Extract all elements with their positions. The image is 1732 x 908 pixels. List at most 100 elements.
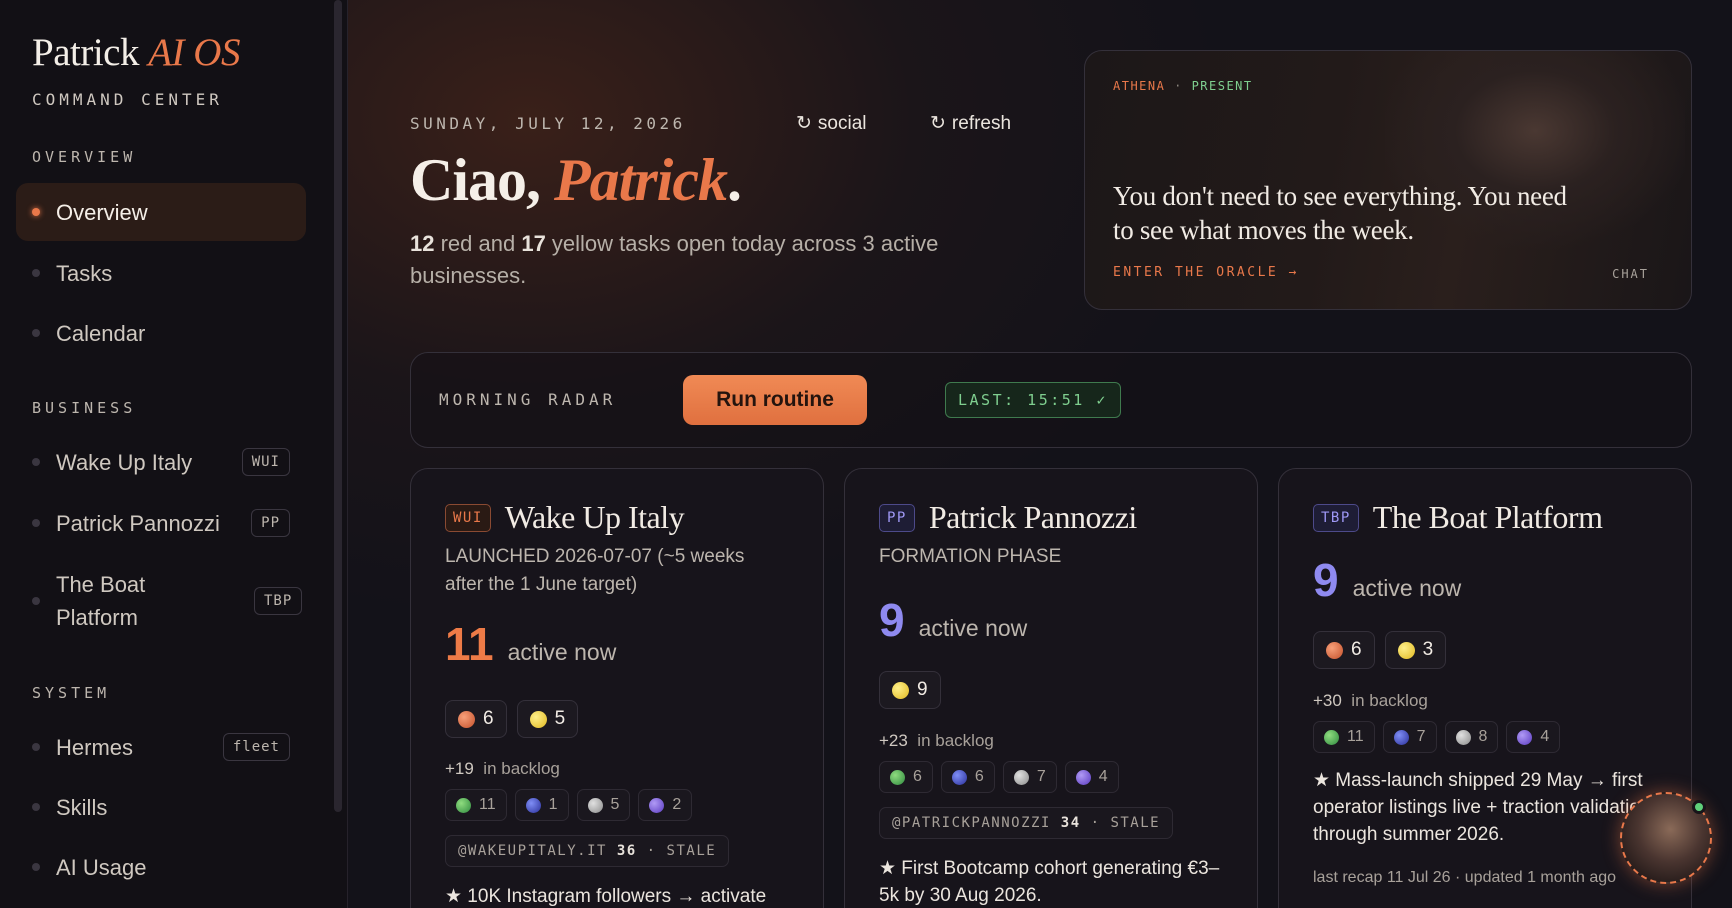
- oracle-sep: ·: [1174, 79, 1183, 93]
- backlog-info: +30 in backlog: [1313, 691, 1428, 711]
- violet-count: 4: [1540, 728, 1550, 745]
- enter-oracle-link[interactable]: ENTER THE ORACLE →: [1113, 265, 1299, 280]
- refresh-button[interactable]: ↻ refresh: [930, 112, 1011, 135]
- business-name: Wake Up Italy: [504, 499, 685, 535]
- green-task-pill[interactable]: 11: [1313, 721, 1375, 753]
- red-count: 12: [410, 231, 435, 256]
- social-button[interactable]: ↻ social: [796, 112, 867, 135]
- sidebar-item-label: Wake Up Italy: [56, 449, 193, 475]
- priority-pills: 6 5: [445, 700, 579, 738]
- green-task-pill[interactable]: 6: [879, 761, 933, 793]
- online-status-dot: [1692, 800, 1706, 814]
- business-card-patrick-pannozzi[interactable]: PP Patrick Pannozzi FORMATION PHASE 9 ac…: [844, 468, 1258, 908]
- brand-name: Patrick: [32, 31, 139, 74]
- business-card-wake-up-italy[interactable]: WUI Wake Up Italy LAUNCHED 2026-07-07 (~…: [410, 468, 824, 908]
- sidebar-item-patrick-pannozzi[interactable]: Patrick Pannozzi PP: [16, 494, 306, 552]
- sidebar-item-overview[interactable]: Overview: [16, 183, 306, 241]
- violet-task-pill[interactable]: 4: [1506, 721, 1561, 753]
- last-run-badge: LAST: 15:51 ✓: [945, 382, 1121, 418]
- violet-task-pill[interactable]: 2: [638, 789, 693, 821]
- social-handle-badge[interactable]: @PATRICKPANNOZZI 34 · STALE: [879, 807, 1174, 839]
- yellow-task-pill[interactable]: 9: [879, 671, 941, 709]
- oracle-card[interactable]: ATHENA · PRESENT You don't need to see e…: [1084, 50, 1692, 310]
- nav-dot: [32, 597, 40, 605]
- sidebar-item-ai-usage[interactable]: AI Usage: [16, 838, 306, 896]
- active-label: active now: [1352, 575, 1462, 601]
- green-dot-icon: [456, 797, 471, 813]
- refresh-icon: ↻: [930, 113, 946, 134]
- morning-radar: MORNING RADAR Run routine LAST: 15:51 ✓: [410, 352, 1692, 448]
- social-handle-badge[interactable]: @WAKEUPITALY.IT 36 · STALE: [445, 835, 730, 867]
- chat-link[interactable]: CHAT: [1612, 267, 1649, 281]
- oracle-quote: You don't need to see everything. You ne…: [1113, 181, 1567, 245]
- red-dot-icon: [458, 710, 475, 728]
- blue-task-pill[interactable]: 7: [1382, 721, 1437, 753]
- gray-dot-icon: [587, 797, 603, 813]
- red-task-pill[interactable]: 6: [445, 700, 507, 738]
- sidebar-item-calendar[interactable]: Calendar: [16, 304, 306, 362]
- blue-task-pill[interactable]: 6: [940, 761, 995, 793]
- yellow-dot-icon: [1397, 641, 1415, 659]
- blue-count: 7: [1416, 728, 1426, 745]
- green-dot-icon: [1324, 729, 1339, 745]
- yellow-task-pill[interactable]: 3: [1384, 631, 1447, 669]
- sidebar-scrollbar[interactable]: [334, 0, 342, 812]
- gray-task-pill[interactable]: 5: [576, 789, 631, 821]
- sidebar-item-label: Tasks: [56, 260, 113, 286]
- card-header: TBP The Boat Platform: [1313, 499, 1603, 536]
- active-count-row: 9 active now: [879, 593, 1027, 647]
- oracle-status: ATHENA · PRESENT: [1113, 79, 1253, 93]
- greeting-suffix: .: [726, 147, 742, 213]
- nav-dot: [32, 743, 40, 751]
- brand-logo[interactable]: Patrick AI OS: [32, 30, 240, 75]
- refresh-label: refresh: [951, 112, 1012, 134]
- radar-label: MORNING RADAR: [439, 390, 617, 409]
- backlog-info: +19 in backlog: [445, 759, 560, 779]
- main-content: SUNDAY, JULY 12, 2026 ↻ social ↻ refresh…: [348, 0, 1732, 908]
- nav-dot: [32, 329, 40, 337]
- sidebar-item-badge: fleet: [222, 733, 290, 761]
- business-goal: ★ Mass-launch shipped 29 May → first ope…: [1313, 770, 1651, 845]
- business-code-badge: TBP: [1313, 503, 1359, 532]
- gray-task-pill[interactable]: 7: [1002, 761, 1057, 793]
- card-header: PP Patrick Pannozzi: [879, 499, 1137, 536]
- oracle-presence: PRESENT: [1191, 79, 1253, 93]
- sidebar: Patrick AI OS COMMAND CENTER OVERVIEW Ov…: [0, 0, 348, 908]
- page-title: Ciao, Patrick.: [410, 146, 742, 215]
- sidebar-item-hermes[interactable]: Hermes fleet: [16, 718, 306, 776]
- brand-accent: AI OS: [148, 31, 240, 74]
- backlog-count: +30: [1313, 691, 1342, 710]
- sidebar-item-skills[interactable]: Skills: [16, 778, 306, 836]
- backlog-pills: 11 1 5 2: [445, 789, 693, 821]
- sidebar-item-label: Skills: [56, 794, 108, 820]
- yellow-task-pill[interactable]: 5: [516, 700, 579, 738]
- sidebar-item-tasks[interactable]: Tasks: [16, 244, 306, 302]
- business-code-badge: PP: [879, 503, 915, 532]
- sidebar-item-label: Calendar: [56, 320, 146, 346]
- yellow-task-count: 5: [554, 708, 566, 729]
- active-dot: [32, 208, 40, 216]
- red-dot-icon: [1326, 641, 1343, 659]
- current-date: SUNDAY, JULY 12, 2026: [410, 114, 686, 133]
- social-handle: @PATRICKPANNOZZI: [892, 815, 1051, 831]
- backlog-label: in backlog: [1351, 691, 1428, 710]
- greeting-prefix: Ciao,: [410, 147, 554, 213]
- oracle-agent: ATHENA: [1113, 79, 1166, 93]
- green-task-pill[interactable]: 11: [445, 789, 507, 821]
- summary-text: red and: [434, 231, 522, 256]
- green-dot-icon: [890, 769, 905, 785]
- backlog-label: in backlog: [483, 759, 560, 778]
- nav-dot: [32, 269, 40, 277]
- violet-task-pill[interactable]: 4: [1064, 761, 1119, 793]
- gray-task-pill[interactable]: 8: [1444, 721, 1499, 753]
- sidebar-item-the-boat-platform[interactable]: The Boat Platform TBP: [16, 565, 306, 637]
- red-task-pill[interactable]: 6: [1313, 631, 1375, 669]
- run-routine-button[interactable]: Run routine: [683, 375, 867, 425]
- green-count: 11: [479, 796, 496, 813]
- social-handle: @WAKEUPITALY.IT: [458, 843, 607, 859]
- sidebar-item-wake-up-italy[interactable]: Wake Up Italy WUI: [16, 433, 306, 491]
- backlog-label: in backlog: [917, 731, 994, 750]
- yellow-dot-icon: [892, 681, 909, 699]
- business-subtitle: FORMATION PHASE: [879, 546, 1062, 567]
- blue-task-pill[interactable]: 1: [514, 789, 569, 821]
